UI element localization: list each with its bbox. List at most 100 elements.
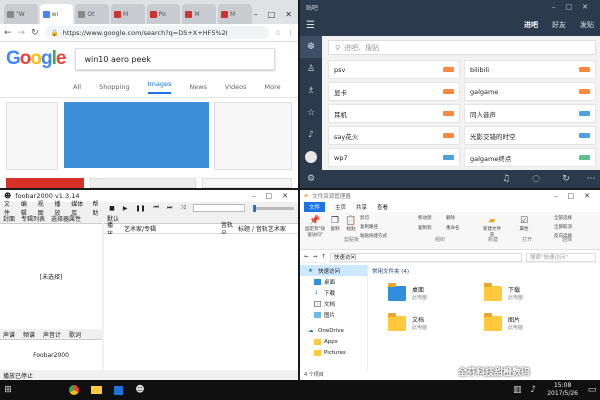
folder-desktop[interactable]: 桌面 此电脑 [388, 279, 484, 307]
forum-card[interactable]: 耳机 [328, 104, 460, 123]
nav-apps[interactable]: Apps [300, 336, 367, 347]
nav-news[interactable]: News [189, 83, 207, 91]
tab-share[interactable]: 共享 [356, 203, 367, 211]
file-explorer-icon[interactable] [88, 382, 104, 398]
image-result[interactable] [202, 178, 292, 188]
play-icon[interactable]: ▶ [123, 205, 128, 212]
browser-tab[interactable]: "W [4, 4, 38, 24]
volume-icon[interactable]: ♪ [525, 382, 541, 398]
forward-arrow-icon[interactable]: → [313, 254, 318, 260]
pin-quick-access-button[interactable]: 📌 固定到"快速访问" [304, 216, 326, 238]
forum-card[interactable]: psv [328, 60, 460, 79]
tab-friends[interactable]: 好友 [552, 20, 566, 30]
forum-card[interactable]: galgame [464, 82, 596, 101]
minimize-icon[interactable]: – [252, 192, 256, 200]
stop-icon[interactable]: ■ [109, 205, 115, 212]
nav-documents[interactable]: 文档 [300, 298, 367, 309]
nav-onedrive[interactable]: ☁ OneDrive [300, 325, 367, 336]
nav-shopping[interactable]: Shopping [99, 83, 130, 91]
nav-downloads[interactable]: ↓ 下载 [300, 287, 367, 298]
select-all-button[interactable]: 全部选择 [554, 214, 572, 223]
close-icon[interactable]: ✕ [582, 3, 588, 11]
close-icon[interactable]: ✕ [282, 192, 288, 200]
browser-tab[interactable]: M [182, 4, 217, 24]
pause-icon[interactable]: ❚❚ [135, 205, 145, 212]
copy-to-button[interactable]: 复制到 [418, 224, 432, 234]
settings-icon[interactable]: ⚙ [300, 168, 322, 188]
user-icon[interactable]: ♙ [300, 58, 322, 80]
cut-button[interactable]: 剪切 [360, 214, 387, 223]
google-logo[interactable]: Google [6, 48, 66, 70]
tab-post[interactable]: 发贴 [580, 20, 594, 30]
tab-album-list[interactable]: 专辑列表 [21, 214, 45, 223]
forum-card[interactable]: wp7 [328, 148, 460, 167]
copy-path-button[interactable]: 复制路径 [360, 223, 387, 232]
nav-pictures-onedrive[interactable]: Pictures [300, 347, 367, 358]
image-result-blue[interactable] [64, 102, 209, 168]
forum-card[interactable]: 同人音声 [464, 104, 596, 123]
windows-start-icon[interactable]: ⊞ [0, 382, 16, 398]
back-arrow-icon[interactable]: ← [4, 28, 12, 38]
avatar[interactable] [300, 146, 322, 168]
tab-spectrum[interactable]: 频谱 [23, 330, 35, 339]
refresh-icon[interactable]: ↻ [555, 168, 577, 188]
star-icon[interactable]: ☆ [275, 29, 281, 37]
browser-tab[interactable]: M [111, 4, 145, 24]
sync-icon[interactable]: ◌ [525, 168, 547, 188]
address-bar[interactable]: 🔒 https://www.google.com/search?q=DS+X+H… [44, 26, 269, 39]
forum-card[interactable]: say花火 [328, 126, 460, 145]
volume-thumb[interactable] [252, 204, 256, 212]
bell-icon[interactable]: ♫ [495, 168, 517, 188]
next-icon[interactable]: ⏭ [167, 204, 172, 212]
move-to-button[interactable]: 移动到 [418, 214, 432, 224]
nav-more[interactable]: More [265, 83, 281, 91]
col-artist-album[interactable]: 艺术家/专辑 [124, 224, 221, 233]
image-result-red[interactable] [6, 178, 84, 188]
close-icon[interactable]: ✕ [285, 10, 292, 19]
minimize-icon[interactable]: – [254, 10, 258, 19]
minimize-icon[interactable]: – [552, 3, 556, 11]
maximize-icon[interactable]: □ [566, 3, 573, 11]
tab-lyrics[interactable]: 歌词 [69, 330, 81, 339]
playback-order-select[interactable] [193, 204, 245, 212]
folder-pictures[interactable]: 图片 此电脑 [484, 309, 580, 337]
folder-downloads[interactable]: 下载 此电脑 [484, 279, 580, 307]
copy-button[interactable]: ❐ 复制 [328, 216, 342, 232]
nav-quick-access[interactable]: ★ 快速访问 [300, 265, 367, 276]
col-title-artist[interactable]: 标题 / 音轨艺术家 [238, 224, 298, 233]
forward-arrow-icon[interactable]: → [18, 28, 26, 38]
friends-icon[interactable]: ♗ [300, 80, 322, 102]
delete-button[interactable]: 删除 [446, 214, 460, 224]
paste-button[interactable]: 📋 粘贴 [344, 216, 358, 232]
forum-card[interactable]: bilibili [464, 60, 596, 79]
browser-tab[interactable]: M [218, 4, 252, 24]
volume-slider[interactable] [252, 204, 294, 212]
random-icon[interactable]: ⤨ [180, 204, 185, 212]
foobar-icon[interactable]: ☻ [132, 382, 148, 398]
select-none-button[interactable]: 全部取消 [554, 223, 572, 232]
image-result[interactable] [6, 102, 58, 170]
store-icon[interactable] [110, 382, 126, 398]
more-icon[interactable]: ⋯ [580, 168, 600, 188]
nav-pictures[interactable]: 图片 [300, 309, 367, 320]
tab-selection-properties[interactable]: 选择器属性 [51, 214, 81, 223]
search-input[interactable]: ⚲ 进吧、搜贴 [328, 40, 596, 55]
bell-icon[interactable]: ♪ [300, 124, 322, 146]
tab-home[interactable]: 主页 [335, 203, 346, 211]
forum-card[interactable]: galgame终点 [464, 148, 596, 167]
close-icon[interactable]: ✕ [584, 192, 590, 200]
reload-icon[interactable]: ↻ [31, 28, 39, 38]
menu-dots-icon[interactable]: ⋮ [287, 29, 294, 37]
properties-button[interactable]: ☑ 属性 [516, 216, 532, 232]
rename-button[interactable]: 重命名 [446, 224, 460, 234]
nav-all[interactable]: All [73, 83, 81, 91]
forum-card[interactable]: 光影交错的时空 [464, 126, 596, 145]
browser-tab-active[interactable]: wi [39, 4, 74, 24]
nav-images[interactable]: Images [147, 80, 172, 94]
up-arrow-icon[interactable]: ↑ [321, 254, 326, 260]
chrome-icon[interactable] [66, 382, 82, 398]
minimize-icon[interactable]: – [554, 192, 558, 200]
network-icon[interactable]: ▥ [509, 382, 525, 398]
clock[interactable]: 15:08 2017/5/26 [547, 382, 578, 398]
hamburger-icon[interactable]: ☰ [306, 20, 315, 31]
